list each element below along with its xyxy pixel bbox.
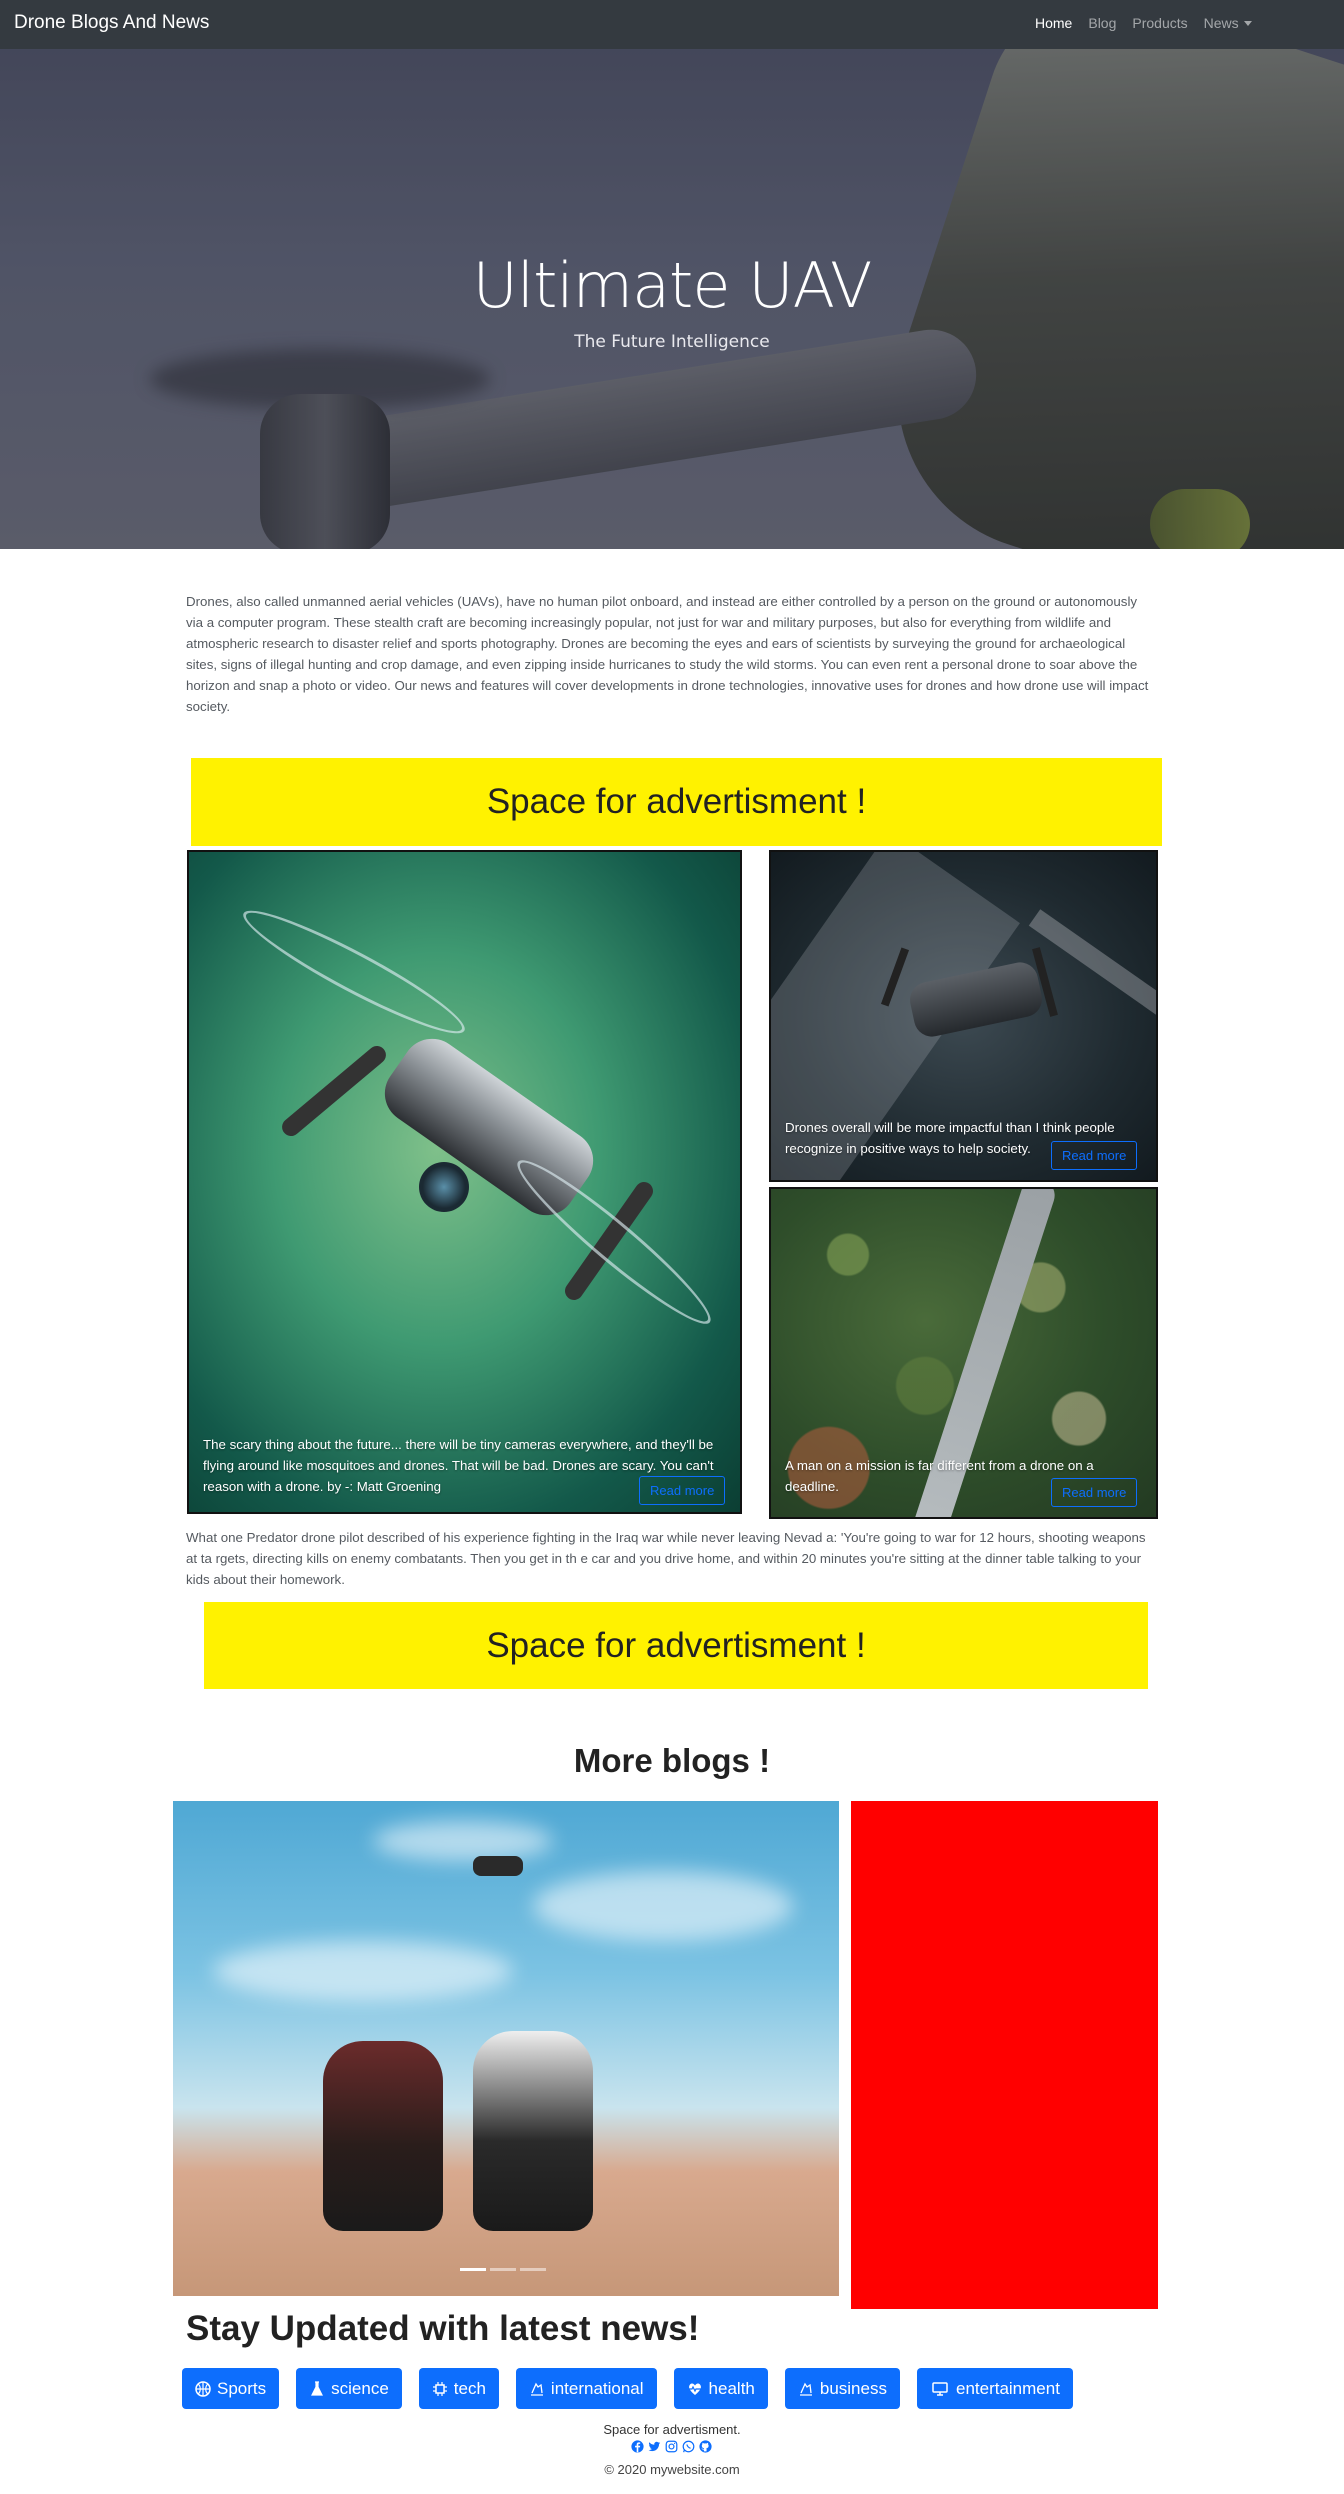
category-label: international bbox=[550, 2378, 644, 2398]
cloud-image bbox=[213, 1941, 513, 2001]
more-blogs-title: More blogs ! bbox=[573, 1742, 771, 1779]
blog-card-top-right: Drones overall will be more impactful th… bbox=[769, 850, 1158, 1182]
blog-card-large: The scary thing about the future... ther… bbox=[187, 850, 742, 1514]
hero-subtitle: The Future Intelligence bbox=[574, 332, 770, 352]
category-label: health bbox=[708, 2378, 755, 2398]
facebook-icon[interactable] bbox=[631, 2440, 644, 2453]
intro-paragraph: Drones, also called unmanned aerial vehi… bbox=[186, 594, 1149, 714]
copyright-text: © 2020 mywebsite.com bbox=[604, 2462, 740, 2477]
sidebar-red-box bbox=[851, 1801, 1158, 2309]
category-label: entertainment bbox=[955, 2378, 1060, 2398]
heart-pulse-icon bbox=[688, 2383, 701, 2395]
drone-arm-image bbox=[278, 1042, 390, 1140]
category-health-button[interactable]: health bbox=[673, 2368, 768, 2409]
monitor-icon bbox=[932, 2381, 948, 2396]
read-more-button[interactable]: Read more bbox=[1051, 1141, 1138, 1170]
nav-blog[interactable]: Blog bbox=[1088, 15, 1116, 31]
github-icon[interactable] bbox=[699, 2440, 712, 2453]
stay-updated-title: Stay Updated with latest news! bbox=[186, 2309, 700, 2348]
category-science-button[interactable]: science bbox=[296, 2368, 402, 2409]
advertisement-banner-top: Space for advertisment ! bbox=[191, 758, 1162, 846]
nav-news-dropdown[interactable]: News bbox=[1204, 15, 1252, 31]
carousel-indicator[interactable] bbox=[490, 2268, 516, 2271]
carousel-indicator[interactable] bbox=[520, 2268, 546, 2271]
hero-banner: Ultimate UAV The Future Intelligence bbox=[0, 49, 1344, 549]
social-links bbox=[631, 2440, 712, 2453]
basketball-icon bbox=[195, 2380, 211, 2397]
nav-links: Home Blog Products News bbox=[1035, 15, 1268, 31]
navbar: Drone Blogs And News Home Blog Products … bbox=[0, 0, 1344, 49]
category-sports-button[interactable]: Sports bbox=[182, 2368, 280, 2409]
footer-ad-text: Space for advertisment. bbox=[603, 2422, 741, 2437]
category-label: Sports bbox=[217, 2378, 267, 2398]
drone-image bbox=[473, 1856, 523, 1876]
twitter-icon[interactable] bbox=[648, 2440, 661, 2453]
category-buttons: Sports science tech international health… bbox=[182, 2368, 1090, 2409]
pilot-quote-paragraph: What one Predator drone pilot described … bbox=[186, 1530, 1146, 1587]
flask-icon bbox=[311, 2380, 324, 2396]
globe-icon bbox=[530, 2382, 543, 2396]
chart-icon bbox=[799, 2382, 812, 2396]
chevron-down-icon bbox=[1243, 21, 1252, 26]
nav-home[interactable]: Home bbox=[1035, 15, 1072, 31]
category-tech-button[interactable]: tech bbox=[418, 2368, 499, 2409]
category-business-button[interactable]: business bbox=[784, 2368, 900, 2409]
read-more-button[interactable]: Read more bbox=[639, 1476, 726, 1505]
cloud-image bbox=[533, 1871, 793, 1941]
advertisement-banner-bottom: Space for advertisment ! bbox=[204, 1602, 1148, 1689]
brand-link[interactable]: Drone Blogs And News bbox=[14, 12, 209, 34]
category-label: science bbox=[331, 2378, 389, 2398]
drone-propeller-image bbox=[234, 895, 474, 1049]
category-international-button[interactable]: international bbox=[515, 2368, 657, 2409]
drone-camera-image bbox=[419, 1162, 469, 1212]
nav-news-label: News bbox=[1203, 15, 1239, 31]
category-label: tech bbox=[453, 2378, 486, 2398]
instagram-icon[interactable] bbox=[665, 2440, 678, 2453]
cloud-image bbox=[373, 1821, 553, 1861]
cpu-icon bbox=[432, 2381, 447, 2396]
nav-products[interactable]: Products bbox=[1132, 15, 1187, 31]
person-image bbox=[473, 2031, 593, 2231]
carousel-indicators bbox=[460, 2268, 546, 2271]
hero-title: Ultimate UAV bbox=[472, 249, 873, 322]
drone-propeller-image bbox=[505, 1146, 723, 1338]
category-label: business bbox=[819, 2378, 887, 2398]
blog-card-bottom-right: A man on a mission is far different from… bbox=[769, 1187, 1158, 1519]
whatsapp-icon[interactable] bbox=[682, 2440, 695, 2453]
read-more-button[interactable]: Read more bbox=[1051, 1478, 1138, 1507]
blog-carousel[interactable] bbox=[173, 1801, 839, 2296]
carousel-indicator[interactable] bbox=[460, 2268, 486, 2271]
person-image bbox=[323, 2041, 443, 2231]
category-entertainment-button[interactable]: entertainment bbox=[916, 2368, 1073, 2409]
